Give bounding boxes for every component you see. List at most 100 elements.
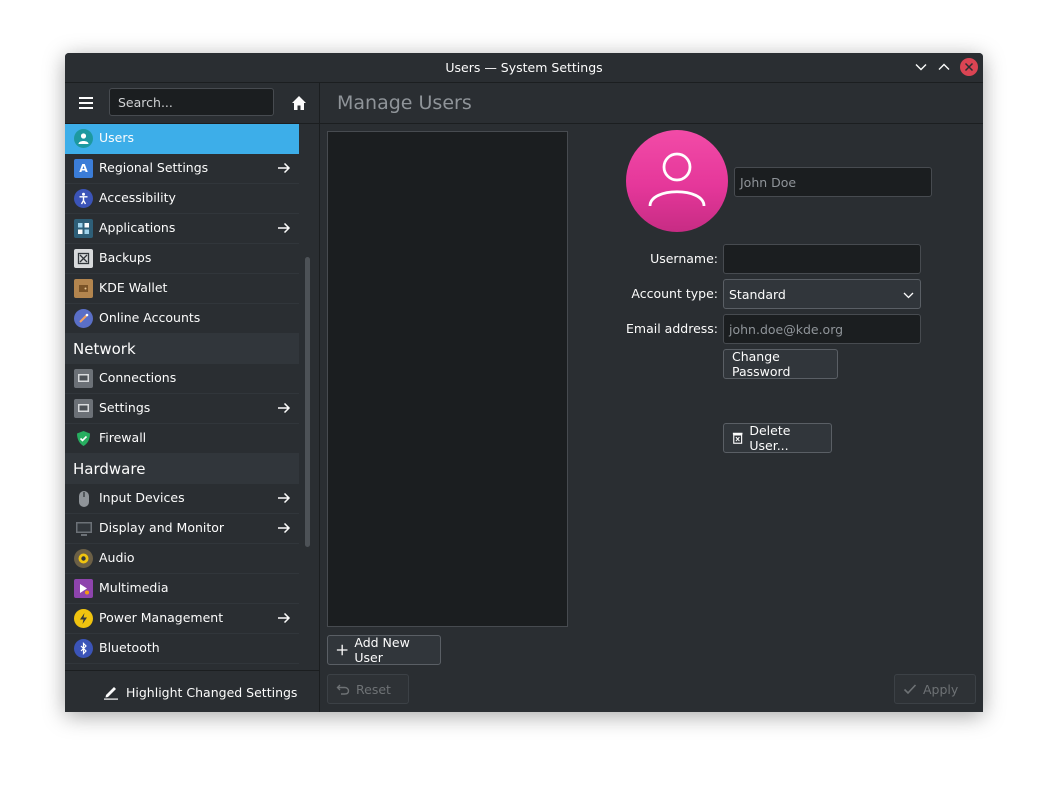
chevron-down-icon (915, 64, 927, 71)
close-button[interactable] (960, 58, 978, 76)
sidebar-item-backups[interactable]: Backups (65, 244, 299, 274)
mouse-icon (74, 489, 93, 508)
apply-label: Apply (923, 681, 959, 697)
arrow-right-icon (278, 222, 291, 234)
section-header-hardware: Hardware (65, 454, 299, 484)
sidebar-item-input-devices[interactable]: Input Devices (65, 484, 299, 514)
sidebar-item-label: Users (99, 130, 135, 145)
monitor-icon (74, 519, 93, 538)
username-label: Username: (650, 251, 718, 266)
sidebar-item-label: Audio (99, 550, 135, 565)
accessibility-icon (74, 189, 93, 208)
checkmark-icon (903, 684, 917, 695)
sidebar-item-display-and-monitor[interactable]: Display and Monitor (65, 514, 299, 544)
apply-button[interactable]: Apply (894, 674, 976, 704)
sidebar-item-label: Regional Settings (99, 160, 209, 175)
sidebar-item-network-settings[interactable]: Settings (65, 394, 299, 424)
user-avatar[interactable] (626, 130, 728, 232)
user-list[interactable] (327, 131, 568, 627)
sidebar-item-label: Firewall (99, 430, 147, 445)
wallet-icon (74, 279, 93, 298)
sidebar-item-multimedia[interactable]: Multimedia (65, 574, 299, 604)
change-password-label: Change Password (732, 349, 791, 379)
add-new-user-label: Add New User (354, 635, 410, 665)
arrow-right-icon (278, 492, 291, 504)
account-type-value: Standard (729, 286, 786, 302)
email-address-field[interactable]: john.doe@kde.org (723, 314, 921, 344)
sidebar-item-label: Applications (99, 220, 176, 235)
delete-user-button[interactable]: Delete User... (723, 423, 832, 453)
sidebar-item-label: Multimedia (99, 580, 169, 595)
undo-icon (336, 684, 350, 695)
chevron-down-icon (903, 292, 914, 299)
network-settings-icon (74, 399, 93, 418)
highlight-changed-settings-button[interactable]: Highlight Changed Settings (103, 681, 297, 703)
arrow-right-icon (278, 612, 291, 624)
bluetooth-icon (74, 639, 93, 658)
delete-user-label: Delete User... (749, 423, 791, 453)
category-list: Users A Regional Settings Accessibility … (65, 124, 319, 670)
account-type-label: Account type: (631, 286, 718, 301)
power-icon (74, 609, 93, 628)
section-header-network: Network (65, 334, 299, 364)
account-type-select[interactable]: Standard (723, 279, 921, 309)
pencil-icon (104, 687, 118, 700)
sidebar-item-kde-wallet[interactable]: KDE Wallet (65, 274, 299, 304)
full-name-placeholder: John Doe (740, 174, 797, 190)
sidebar-item-label: Bluetooth (99, 640, 160, 655)
system-settings-window: Users — System Settings Search... Users … (65, 53, 983, 712)
sidebar-item-audio[interactable]: Audio (65, 544, 299, 574)
header-divider (320, 123, 983, 124)
user-icon (648, 152, 706, 207)
sidebar-item-accessibility[interactable]: Accessibility (65, 184, 299, 214)
full-name-field[interactable]: John Doe (734, 167, 932, 197)
sidebar-item-label: Display and Monitor (99, 520, 225, 535)
multimedia-icon (74, 579, 93, 598)
add-new-user-button[interactable]: Add New User (327, 635, 441, 665)
online-accounts-icon (74, 309, 93, 328)
sidebar-item-label: Connections (99, 370, 177, 385)
email-placeholder: john.doe@kde.org (729, 321, 844, 337)
section-title: Network (73, 340, 136, 358)
sidebar: Users A Regional Settings Accessibility … (65, 83, 319, 712)
regional-icon: A (74, 159, 93, 178)
email-address-label: Email address: (626, 321, 718, 336)
sidebar-item-applications[interactable]: Applications (65, 214, 299, 244)
trash-icon (732, 432, 743, 444)
sidebar-item-label: Input Devices (99, 490, 185, 505)
page-title: Manage Users (337, 92, 472, 114)
main-content: Manage Users Add New User John Doe Usern… (320, 83, 983, 712)
minimize-button[interactable] (912, 58, 930, 76)
reset-label: Reset (356, 681, 391, 697)
sidebar-item-label: Online Accounts (99, 310, 201, 325)
sidebar-item-label: Power Management (99, 610, 224, 625)
username-field[interactable] (723, 244, 921, 274)
arrow-right-icon (278, 162, 291, 174)
sidebar-item-regional-settings[interactable]: A Regional Settings (65, 154, 299, 184)
arrow-right-icon (278, 522, 291, 534)
connections-icon (74, 369, 93, 388)
sidebar-item-label: KDE Wallet (99, 280, 168, 295)
close-icon (964, 62, 974, 72)
backups-icon (74, 249, 93, 268)
sidebar-item-firewall[interactable]: Firewall (65, 424, 299, 454)
reset-button[interactable]: Reset (327, 674, 409, 704)
change-password-button[interactable]: Change Password (723, 349, 838, 379)
highlight-changed-settings-label: Highlight Changed Settings (126, 684, 298, 700)
sidebar-item-bluetooth[interactable]: Bluetooth (65, 634, 299, 664)
search-input[interactable] (109, 88, 274, 116)
sidebar-scrollbar[interactable] (305, 257, 310, 547)
sidebar-footer: Highlight Changed Settings (65, 670, 319, 712)
hamburger-menu-icon[interactable] (78, 95, 94, 111)
sidebar-item-users[interactable]: Users (65, 124, 299, 154)
title-bar: Users — System Settings (65, 53, 983, 83)
maximize-button[interactable] (935, 58, 953, 76)
sidebar-item-label: Accessibility (99, 190, 176, 205)
sidebar-item-online-accounts[interactable]: Online Accounts (65, 304, 299, 334)
sidebar-item-label: Backups (99, 250, 152, 265)
audio-icon (74, 549, 93, 568)
sidebar-item-power-management[interactable]: Power Management (65, 604, 299, 634)
home-icon[interactable] (291, 95, 307, 111)
firewall-icon (74, 429, 93, 448)
sidebar-item-connections[interactable]: Connections (65, 364, 299, 394)
